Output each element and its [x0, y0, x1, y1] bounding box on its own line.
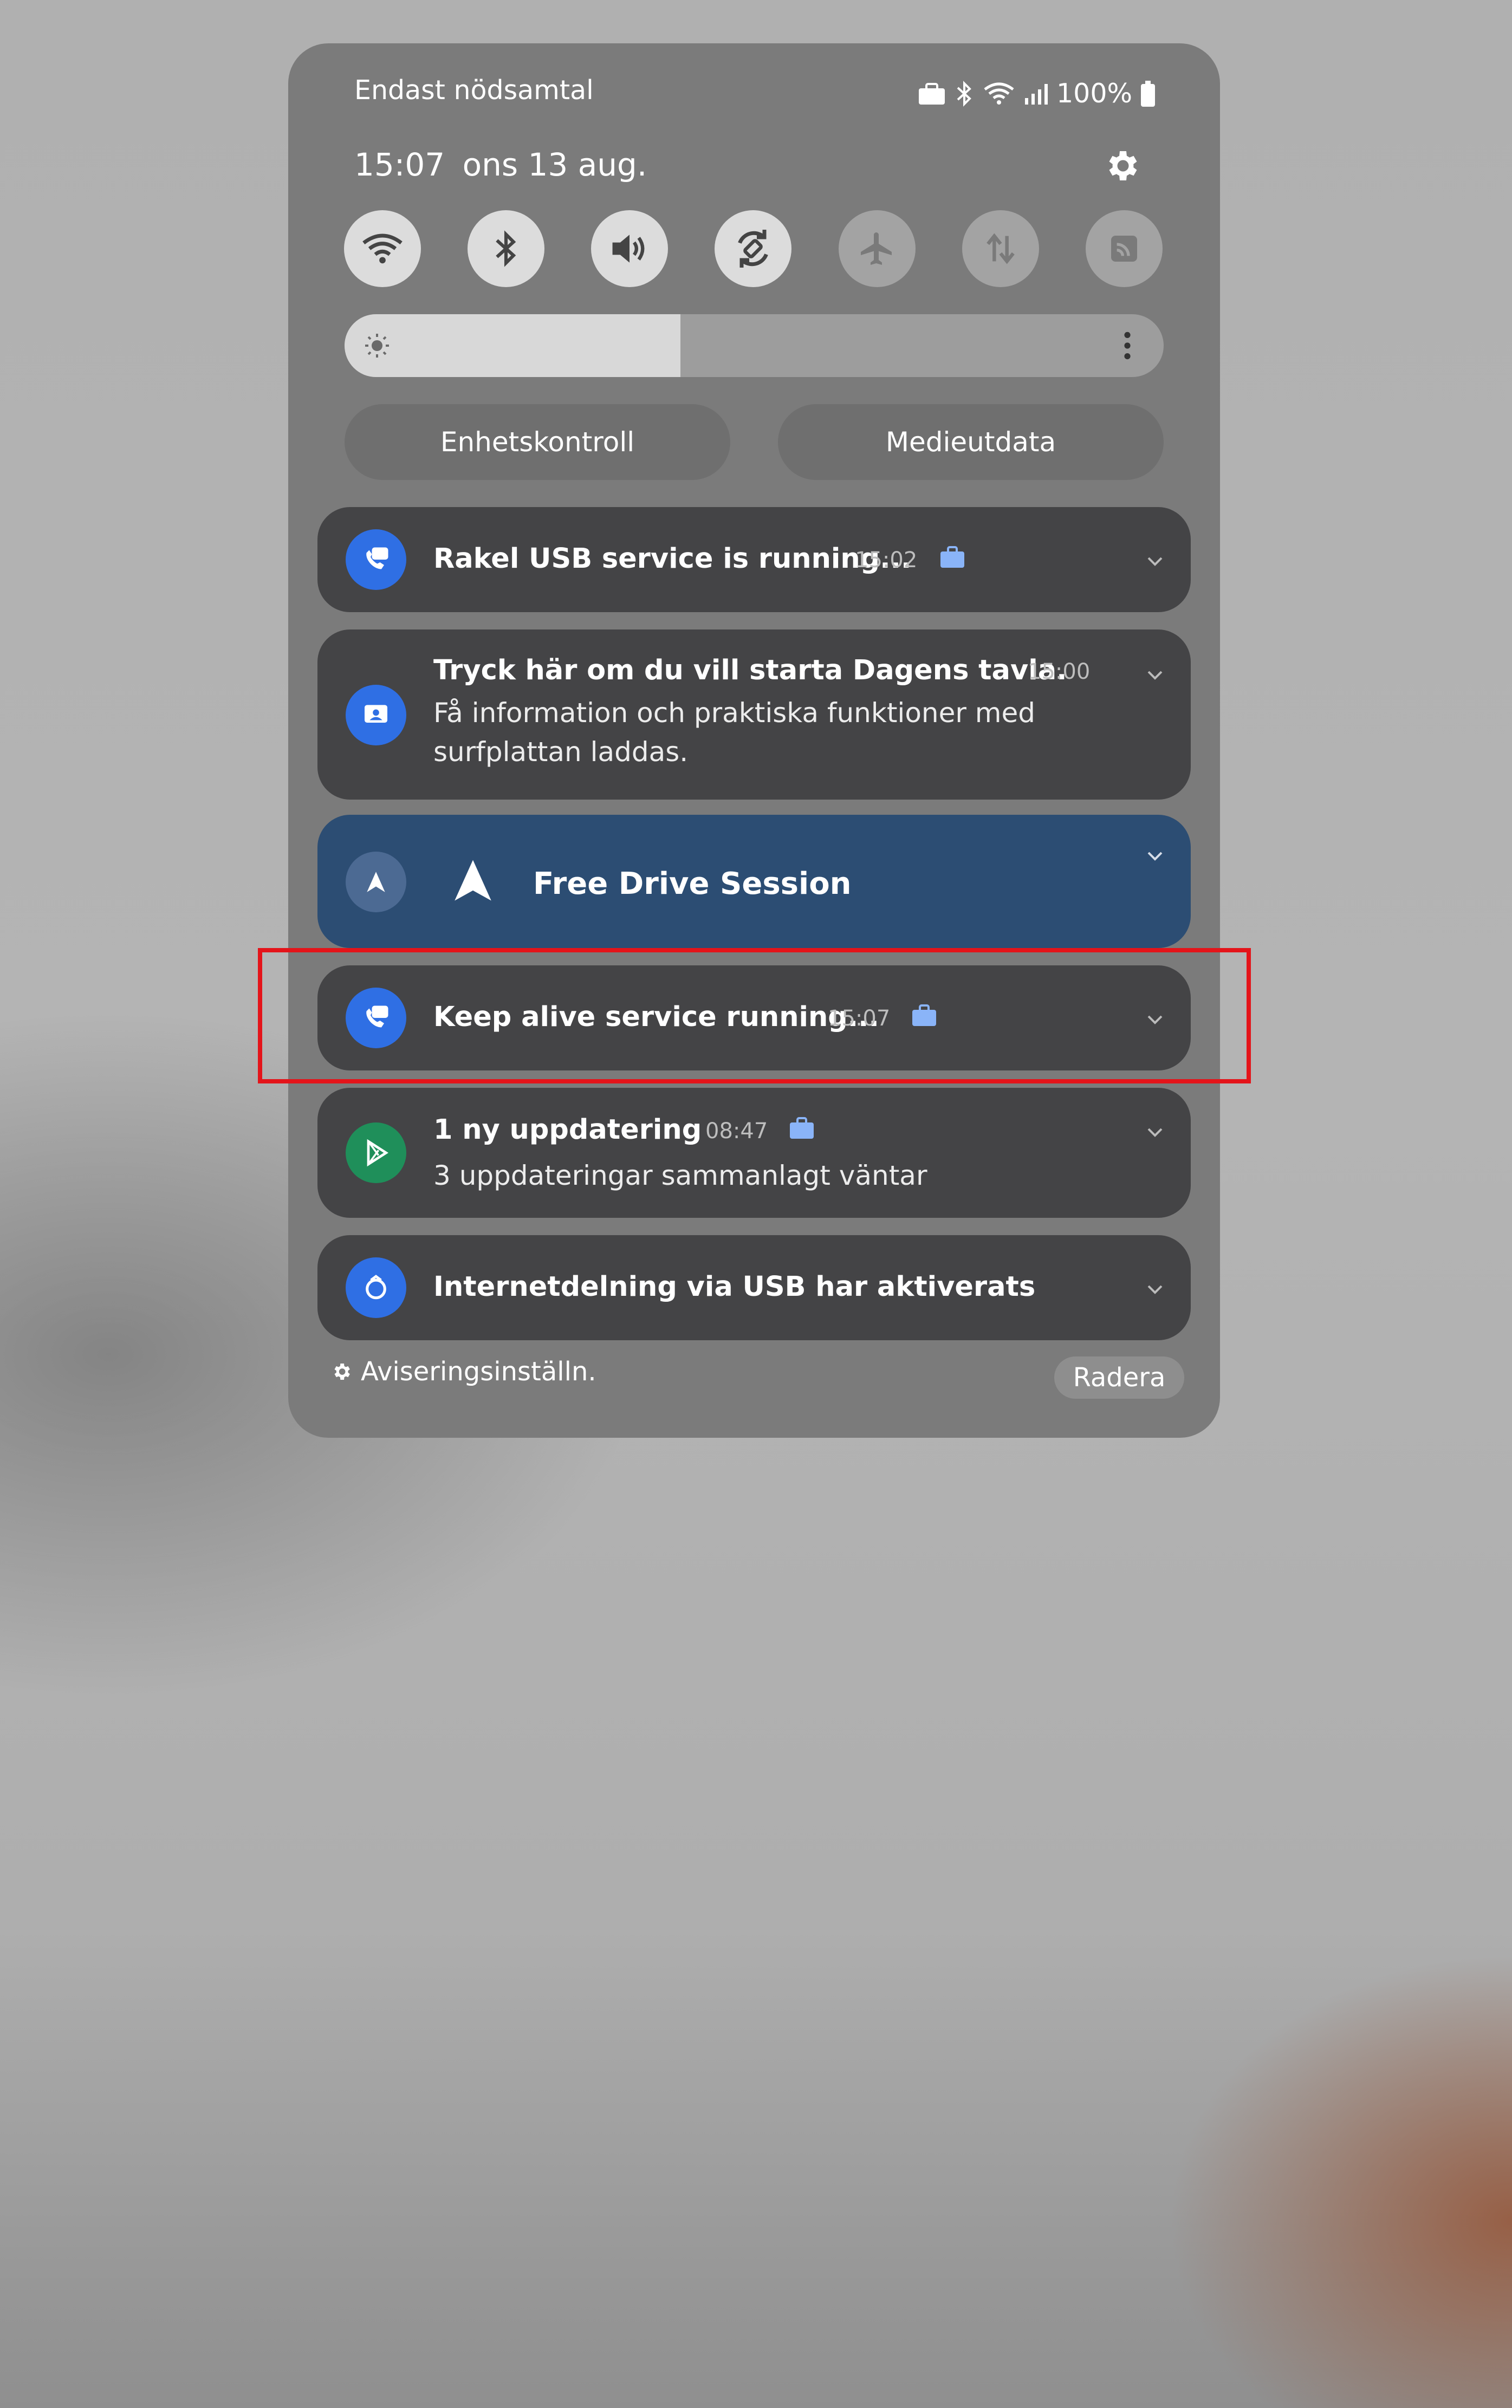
bluetooth-icon [957, 80, 971, 107]
notification-time: 15:02 [855, 548, 918, 573]
more-vert-icon [1124, 332, 1131, 360]
device-control-button[interactable]: Enhetskontroll [345, 404, 730, 480]
work-badge-icon [940, 546, 964, 568]
rotate-icon [738, 230, 768, 268]
chevron-down-icon[interactable] [1144, 550, 1166, 572]
qs-rotate-toggle[interactable] [715, 210, 791, 287]
navigation-icon [455, 860, 491, 901]
briefcase-icon [919, 82, 945, 105]
notification-free-drive[interactable]: Free Drive Session [317, 815, 1191, 948]
notification-time: 15:00 [1028, 659, 1091, 684]
wifi-icon [362, 233, 403, 264]
highlight-box [258, 948, 1251, 1083]
play-store-icon [346, 1122, 406, 1183]
status-icons: 100% [918, 78, 1156, 109]
notification-settings-link[interactable]: Aviseringsinställn. [330, 1356, 596, 1387]
brightness-slider[interactable] [345, 314, 1164, 377]
battery-icon [1141, 80, 1156, 107]
notification-title: 1 ny uppdatering [433, 1114, 702, 1146]
usb-tether-icon [346, 1257, 406, 1318]
display-app-icon [346, 685, 406, 745]
notification-title: Internetdelning via USB har aktiverats [433, 1271, 1036, 1303]
airplane-icon [861, 232, 892, 265]
notification-settings-label: Aviseringsinställn. [361, 1356, 596, 1387]
notification-dagens-tavla[interactable]: Tryck här om du vill starta Dagens tavla… [317, 629, 1191, 800]
notification-usb-tether[interactable]: Internetdelning via USB har aktiverats [317, 1235, 1191, 1340]
wifi-icon [984, 82, 1014, 105]
notification-body: Få information och praktiska funktioner … [433, 697, 1036, 768]
chevron-down-icon[interactable] [1144, 664, 1166, 686]
notification-body: 3 uppdateringar sammanlagt väntar [433, 1160, 927, 1191]
bluetooth-icon [496, 230, 516, 267]
data-transfer-icon [987, 233, 1015, 264]
notification-update[interactable]: 1 ny uppdatering 08:47 3 uppdateringar s… [317, 1088, 1191, 1218]
qs-mobile-data-toggle[interactable] [962, 210, 1039, 287]
qs-bluetooth-toggle[interactable] [468, 210, 544, 287]
notification-title: Rakel USB service is running... [433, 543, 912, 575]
brightness-fill [345, 314, 680, 377]
media-output-button[interactable]: Medieutdata [778, 404, 1164, 480]
navigation-app-icon [346, 852, 406, 912]
notification-title: Free Drive Session [533, 866, 852, 901]
notification-panel: Endast nödsamtal 100% 15:07 ons 13 aug. [288, 43, 1220, 1438]
work-badge-icon [790, 1117, 814, 1139]
sun-icon [365, 334, 389, 358]
battery-percentage: 100% [1056, 78, 1133, 109]
qs-airplane-toggle[interactable] [839, 210, 916, 287]
carrier-status: Endast nödsamtal [354, 75, 594, 106]
qs-wifi-toggle[interactable] [344, 210, 421, 287]
gear-icon [334, 1364, 350, 1380]
cast-icon [1111, 236, 1137, 262]
date-label: ons 13 aug. [462, 146, 647, 183]
phone-app-icon [346, 529, 406, 590]
settings-button[interactable] [1102, 146, 1141, 185]
notification-title: Tryck här om du vill starta Dagens tavla… [433, 654, 1067, 686]
signal-icon [1025, 83, 1048, 105]
chevron-down-icon[interactable] [1144, 845, 1166, 867]
qs-sound-toggle[interactable] [591, 210, 668, 287]
brightness-more-button[interactable] [1119, 330, 1135, 361]
chevron-down-icon[interactable] [1144, 1278, 1166, 1300]
notification-time: 08:47 [705, 1119, 768, 1144]
volume-icon [612, 235, 645, 263]
notification-rakel[interactable]: Rakel USB service is running... 15:02 [317, 507, 1191, 612]
clear-all-button[interactable]: Radera [1054, 1356, 1184, 1399]
qs-cast-toggle[interactable] [1086, 210, 1163, 287]
clock-time: 15:07 [354, 146, 445, 183]
gear-icon [1109, 151, 1137, 180]
chevron-down-icon[interactable] [1144, 1121, 1166, 1143]
clock-date: 15:07 ons 13 aug. [354, 146, 647, 183]
